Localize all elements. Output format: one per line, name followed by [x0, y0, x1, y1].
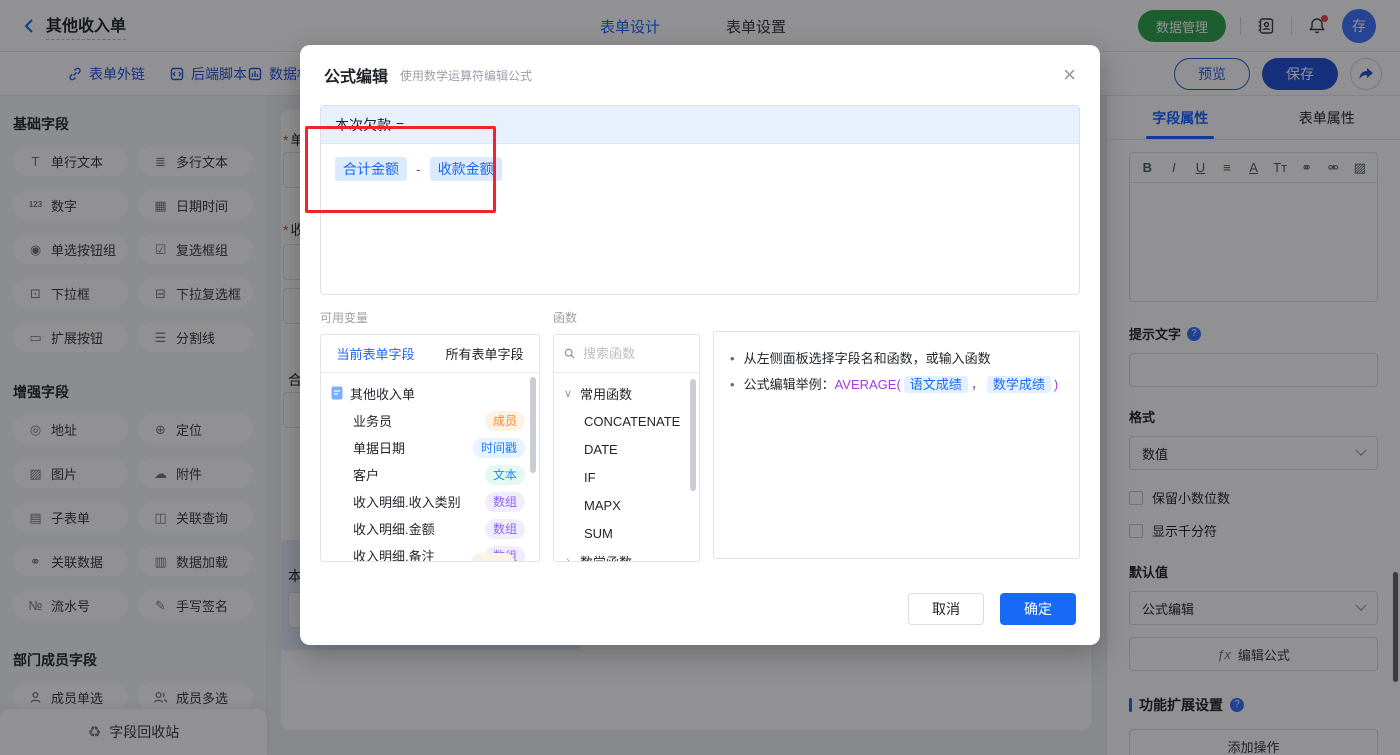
minus-operator: -	[416, 161, 421, 177]
example-field-chip: 语文成绩	[903, 376, 968, 393]
formula-editor-dialog: 公式编辑 使用数学运算符编辑公式 × 本次欠款 = 合计金额 - 收款金额 可用…	[300, 45, 1100, 645]
variable-row[interactable]: 单据日期 时间戳	[321, 434, 539, 461]
tips-panel: • 从左侧面板选择字段名和函数，或输入函数 • 公式编辑举例：AVERAGE(语文…	[713, 331, 1080, 559]
formula-field-chip[interactable]: 合计金额	[335, 157, 407, 181]
formula-expression: 合计金额 - 收款金额	[321, 144, 1079, 194]
clipped-badge	[471, 553, 515, 561]
variable-row[interactable]: 客户 文本	[321, 461, 539, 488]
form-doc-icon	[331, 386, 343, 400]
tab-all-form-fields[interactable]: 所有表单字段	[430, 335, 539, 372]
variables-panel: 当前表单字段 所有表单字段 其他收入单 业务员 成员 单据日期 时间戳 客户 文本 收…	[320, 334, 540, 562]
type-badge: 时间戳	[472, 437, 525, 458]
type-badge: 成员	[484, 410, 525, 431]
function-name-text: )	[1053, 377, 1059, 392]
variable-row[interactable]: 业务员 成员	[321, 407, 539, 434]
functions-label: 函数	[553, 311, 578, 325]
bullet-icon: •	[730, 351, 735, 366]
tree-root-label: 其他收入单	[350, 386, 416, 402]
function-item[interactable]: CONCATENATE	[554, 407, 699, 435]
type-badge: 数组	[484, 518, 525, 539]
function-item[interactable]: SUM	[554, 519, 699, 547]
example-field-chip: 数学成绩	[986, 376, 1051, 393]
dialog-title: 公式编辑	[324, 69, 389, 86]
tip-text: 从左侧面板选择字段名和函数，或输入函数	[743, 351, 991, 366]
variables-scrollbar-thumb[interactable]	[530, 377, 536, 473]
variable-row[interactable]: 收入明细.收入类别 数组	[321, 488, 539, 515]
type-badge: 文本	[484, 464, 525, 485]
dialog-subtitle: 使用数学运算符编辑公式	[400, 68, 533, 83]
tip-example: 公式编辑举例：AVERAGE(语文成绩，数学成绩)	[743, 376, 1059, 393]
search-icon	[564, 348, 575, 359]
function-item[interactable]: IF	[554, 463, 699, 491]
variables-label: 可用变量	[320, 311, 369, 325]
function-group[interactable]: ∨ 常用函数	[554, 379, 699, 407]
functions-scrollbar-thumb[interactable]	[690, 379, 696, 491]
dialog-header: 公式编辑 使用数学运算符编辑公式 ×	[300, 45, 1100, 105]
tree-root-form[interactable]: 其他收入单	[321, 379, 539, 407]
formula-target-field: 本次欠款	[335, 116, 391, 133]
caret-right-icon: ›	[566, 555, 570, 562]
caret-down-icon: ∨	[563, 387, 573, 400]
function-name-text: AVERAGE(	[834, 377, 901, 392]
cancel-button[interactable]: 取消	[908, 593, 984, 625]
function-search-input[interactable]	[583, 346, 689, 361]
function-item[interactable]: MAPX	[554, 491, 699, 519]
formula-field-chip[interactable]: 收款金额	[429, 157, 502, 181]
function-group[interactable]: › 数学函数	[554, 547, 699, 562]
formula-target-bar: 本次欠款 =	[321, 106, 1079, 144]
equals-sign: =	[396, 116, 405, 133]
type-badge: 数组	[484, 491, 525, 512]
function-item[interactable]: DATE	[554, 435, 699, 463]
function-search[interactable]	[554, 335, 699, 373]
formula-editor-area[interactable]: 本次欠款 = 合计金额 - 收款金额	[320, 105, 1080, 295]
functions-panel: ∨常用函数 CONCATENATE DATE IF MAPX SUM ›数学函数…	[553, 334, 700, 562]
variable-row[interactable]: 收入明细.金额 数组	[321, 515, 539, 542]
bullet-icon: •	[730, 377, 735, 392]
confirm-button[interactable]: 确定	[1000, 593, 1076, 625]
tab-current-form-fields[interactable]: 当前表单字段	[321, 335, 430, 372]
close-icon[interactable]: ×	[1063, 64, 1076, 86]
